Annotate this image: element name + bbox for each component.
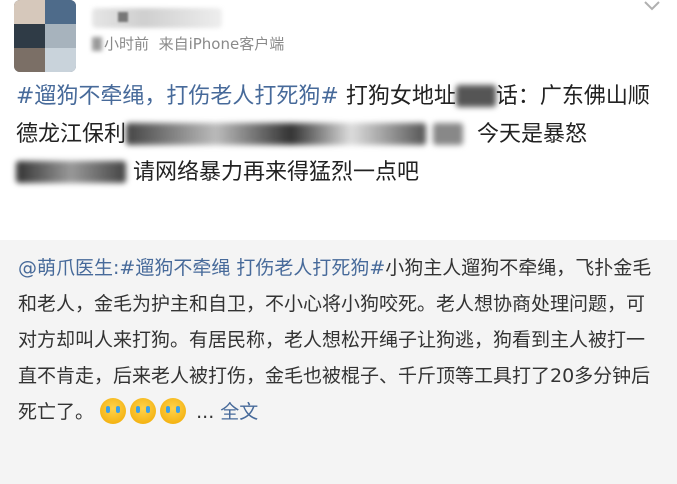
chevron-down-icon[interactable]	[643, 0, 661, 12]
ellipsis: ...	[196, 401, 215, 423]
hashtag-link[interactable]: #遛狗不牵绳，打伤老人打死狗#	[16, 84, 339, 109]
redaction-mark	[126, 123, 427, 145]
redaction-mark	[118, 12, 128, 22]
post-text-segment: 今天是暴怒	[477, 122, 588, 147]
crying-face-icon	[100, 398, 127, 424]
post-text: #遛狗不牵绳，打伤老人打死狗# 打狗女地址 话：广东佛山顺德龙江保利 今天是暴怒 …	[16, 78, 666, 192]
post-meta: 小时前 来自iPhone客户端	[92, 33, 284, 54]
crying-face-icon	[130, 398, 157, 424]
hashtag-link[interactable]: #遛狗不牵绳 打伤老人打死狗#	[119, 257, 385, 279]
avatar[interactable]	[14, 0, 76, 72]
redaction-mark	[455, 85, 496, 107]
post-text-segment: 请网络暴力再来得猛烈一点吧	[133, 160, 420, 185]
source-prefix: 来自	[158, 35, 189, 53]
post-source: iPhone客户端	[188, 35, 285, 53]
post-header: 小时前 来自iPhone客户端	[0, 0, 677, 78]
redaction-mark	[433, 123, 464, 145]
post-text-segment: 打狗女地址	[345, 84, 456, 109]
mention-link[interactable]: @萌爪医生:	[18, 257, 119, 279]
full-text-link[interactable]: 全文	[220, 401, 258, 423]
redaction-mark	[16, 161, 126, 183]
username-redacted[interactable]	[92, 8, 222, 28]
crying-face-icon	[160, 398, 187, 424]
redaction-mark	[92, 37, 102, 51]
repost-text: @萌爪医生:#遛狗不牵绳 打伤老人打死狗#小狗主人遛狗不牵绳，飞扑金毛和老人，金…	[18, 250, 663, 430]
repost-card[interactable]: @萌爪医生:#遛狗不牵绳 打伤老人打死狗#小狗主人遛狗不牵绳，飞扑金毛和老人，金…	[0, 240, 677, 484]
post-time: 小时前	[104, 35, 150, 53]
